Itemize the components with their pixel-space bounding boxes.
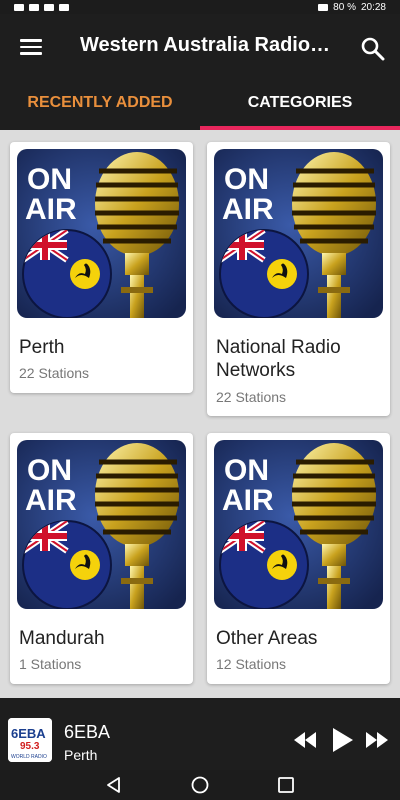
category-station-count: 12 Stations	[216, 656, 287, 672]
now-playing-bar[interactable]: 6EBA 95.3 WORLD RADIO 6EBA Perth	[0, 698, 400, 770]
category-station-count: 1 Stations	[19, 656, 82, 672]
rewind-icon[interactable]	[294, 732, 316, 753]
category-card-national-radio-networks[interactable]: ON AIR National Radio Networks 22 Station…	[207, 142, 390, 416]
category-name: Perth	[19, 337, 65, 358]
svg-text:AIR: AIR	[222, 193, 274, 226]
back-icon[interactable]	[105, 776, 123, 794]
svg-text:AIR: AIR	[222, 484, 274, 517]
category-station-count: 22 Stations	[216, 389, 287, 405]
station-logo: 6EBA 95.3 WORLD RADIO	[8, 718, 52, 762]
svg-text:ON: ON	[224, 163, 269, 196]
home-icon[interactable]	[191, 776, 209, 794]
svg-text:AIR: AIR	[25, 193, 77, 226]
station-subtitle: Perth	[64, 747, 98, 763]
category-thumbnail: ON AIR	[17, 149, 186, 318]
menu-icon[interactable]	[20, 39, 42, 55]
mail-icon	[59, 3, 69, 11]
category-thumbnail: ON AIR	[17, 440, 186, 609]
category-thumbnail: ON AIR	[214, 440, 383, 609]
category-name: Other Areas	[216, 628, 318, 649]
signal-strength-icon	[318, 3, 329, 11]
wifi-icon	[44, 3, 54, 11]
category-card-mandurah[interactable]: ON AIR Mandurah 1 Stations	[10, 433, 193, 684]
clock: 20:28	[360, 1, 386, 13]
fast-forward-icon[interactable]	[366, 732, 388, 753]
category-card-perth[interactable]: ON AIR Perth 22 Stations	[10, 142, 193, 393]
category-name: National Radio Networks	[216, 337, 341, 381]
tab-categories[interactable]: CATEGORIES	[200, 76, 400, 130]
category-thumbnail: ON AIR	[214, 149, 383, 318]
category-name: Mandurah	[19, 628, 105, 649]
system-nav-bar	[0, 770, 400, 800]
svg-text:AIR: AIR	[25, 484, 77, 517]
svg-text:ON: ON	[224, 454, 269, 487]
category-station-count: 22 Stations	[19, 365, 90, 381]
tab-recently-added[interactable]: RECENTLY ADDED	[0, 76, 200, 130]
station-title: 6EBA	[64, 722, 111, 742]
category-grid[interactable]: ON AIR Perth 22 Stations ON AIR National R…	[0, 130, 400, 698]
svg-text:ON: ON	[27, 454, 72, 487]
svg-text:WORLD RADIO: WORLD RADIO	[11, 754, 47, 760]
app-title: Western Australia Radio…	[80, 34, 331, 56]
status-bar: 80 % 20:28	[0, 0, 400, 14]
svg-text:95.3: 95.3	[20, 741, 40, 752]
category-card-other-areas[interactable]: ON AIR Other Areas 12 Stations	[207, 433, 390, 684]
play-icon[interactable]	[333, 728, 353, 757]
svg-text:ON: ON	[27, 163, 72, 196]
app-bar: Western Australia Radio…	[0, 14, 400, 76]
search-icon[interactable]	[360, 36, 386, 62]
notification-icon	[14, 3, 24, 11]
battery-label: 80 %	[333, 1, 356, 13]
svg-text:6EBA: 6EBA	[11, 726, 46, 741]
signal-icon	[29, 3, 39, 11]
tab-bar: RECENTLY ADDED CATEGORIES	[0, 76, 400, 130]
recents-icon[interactable]	[277, 776, 295, 794]
